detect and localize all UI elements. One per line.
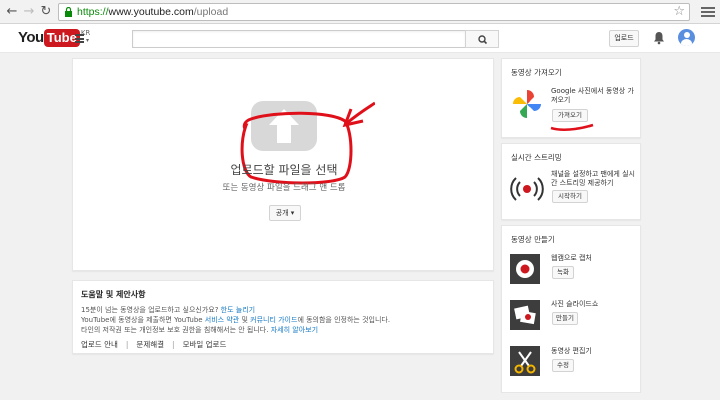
- mobile-upload-link[interactable]: 모바일 업로드: [183, 340, 227, 349]
- slideshow-title: 사진 슬라이드쇼: [551, 300, 599, 308]
- search-input[interactable]: [132, 30, 466, 48]
- help-line-limit: 15분이 넘는 동영상을 업로드하고 싶으신가요? 한도 늘리기: [81, 306, 256, 314]
- back-icon[interactable]: ←: [4, 4, 20, 20]
- address-bar[interactable]: https://www.youtube.com/upload ☆: [58, 3, 690, 21]
- create-videos-card: 동영상 만들기 웹캠으로 캡처 녹화 사진 슬라이드쇼 만들기 동영상 편집기 …: [501, 225, 641, 393]
- record-button[interactable]: 녹화: [552, 266, 574, 279]
- browser-toolbar: ← → ↻ https://www.youtube.com/upload ☆: [0, 0, 720, 24]
- page-bottom: [0, 393, 720, 400]
- forward-icon[interactable]: →: [21, 4, 37, 20]
- learn-more-link[interactable]: 자세히 알아보기: [271, 326, 318, 334]
- guide-menu-icon[interactable]: ▾: [75, 34, 89, 44]
- privacy-dropdown[interactable]: 공개 ▾: [269, 205, 301, 221]
- upload-card: 업로드할 파일을 선택 또는 동영상 파일을 드래그 앤 드롭 공개 ▾: [72, 58, 494, 271]
- help-line-terms: YouTube에 동영상을 제출하면 YouTube 서비스 약관 및 커뮤니티…: [81, 316, 391, 324]
- create-slideshow-button[interactable]: 만들기: [552, 312, 578, 325]
- webcam-icon: [510, 254, 540, 284]
- slideshow-icon: [510, 300, 540, 330]
- increase-limit-link[interactable]: 한도 늘리기: [221, 306, 255, 314]
- live-broadcast-icon: [510, 177, 544, 201]
- import-title: 동영상 가져오기: [511, 68, 562, 77]
- live-title: 실시간 스트리밍: [511, 153, 562, 162]
- troubleshoot-link[interactable]: 문제해결: [136, 340, 164, 349]
- help-links: 업로드 안내 | 문제해결 | 모바일 업로드: [81, 340, 227, 349]
- edit-button[interactable]: 수정: [552, 359, 574, 372]
- upload-guide-link[interactable]: 업로드 안내: [81, 340, 118, 349]
- drag-drop-hint: 또는 동영상 파일을 드래그 앤 드롭: [222, 183, 346, 193]
- url-text: https://www.youtube.com/upload: [77, 6, 229, 18]
- search-icon: [478, 35, 488, 45]
- live-streaming-card: 실시간 스트리밍 채널을 설정하고 팬에게 실시간 스트리밍 제공하기 시작하기: [501, 143, 641, 220]
- webcam-title: 웹캠으로 캡처: [551, 254, 592, 262]
- upload-button[interactable]: 업로드: [609, 30, 639, 47]
- youtube-header: You Tube KR ▾ 업로드: [0, 24, 720, 53]
- reload-icon[interactable]: ↻: [38, 4, 54, 20]
- red-annotation-underline: [550, 123, 594, 131]
- import-description: Google 사진에서 동영상 가져오기: [551, 87, 634, 104]
- google-photos-icon: [513, 90, 541, 118]
- help-line-copyright: 타인의 저작권 또는 개인정보 보호 권한을 침해해서는 안 됩니다. 자세히 …: [81, 326, 319, 334]
- scissors-icon: [510, 346, 540, 376]
- bookmark-star-icon[interactable]: ☆: [673, 4, 685, 19]
- help-card: 도움말 및 제안사항 15분이 넘는 동영상을 업로드하고 싶으신가요? 한도 …: [72, 280, 494, 354]
- select-file-label[interactable]: 업로드할 파일을 선택: [73, 161, 495, 178]
- avatar[interactable]: [678, 29, 695, 46]
- help-title: 도움말 및 제안사항: [81, 290, 146, 299]
- browser-menu-icon[interactable]: [701, 5, 715, 19]
- start-live-button[interactable]: 시작하기: [552, 190, 588, 203]
- lock-icon: [65, 7, 72, 17]
- live-description: 채널을 설정하고 팬에게 실시간 스트리밍 제공하기: [551, 170, 635, 187]
- create-title: 동영상 만들기: [511, 235, 555, 244]
- terms-link[interactable]: 서비스 약관: [205, 316, 239, 324]
- video-editor-title: 동영상 편집기: [551, 347, 592, 355]
- bell-icon[interactable]: [653, 31, 665, 45]
- community-guidelines-link[interactable]: 커뮤니티 가이드: [250, 316, 297, 324]
- import-videos-card: 동영상 가져오기 Google 사진에서 동영상 가져오기 가져오기: [501, 58, 641, 138]
- search-button[interactable]: [465, 30, 499, 48]
